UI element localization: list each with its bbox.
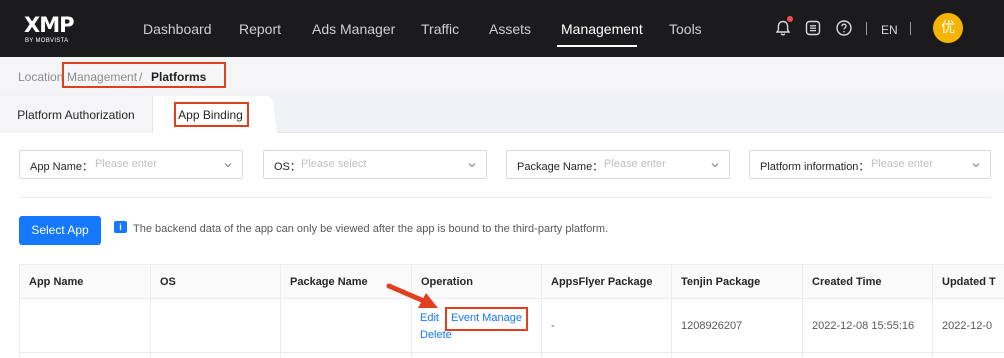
column-divider: [671, 264, 672, 358]
column-divider: [150, 264, 151, 358]
appsflyer-package-value: -: [551, 320, 555, 332]
column-created-time: Created Time: [812, 276, 882, 288]
column-divider: [802, 264, 803, 358]
nav-assets[interactable]: Assets: [489, 21, 531, 37]
tab-corner: [262, 96, 277, 133]
annotation-highlight-breadcrumb: [62, 62, 226, 88]
column-divider: [932, 264, 933, 358]
breadcrumb-location[interactable]: Location: [18, 70, 63, 84]
annotation-highlight-tab: [174, 102, 249, 127]
row-divider: [19, 352, 1004, 353]
logo-subtext: BY MOBVISTA: [25, 38, 69, 44]
nav-tools[interactable]: Tools: [669, 21, 702, 37]
edit-link[interactable]: Edit: [420, 312, 439, 324]
updated-time-value: 2022-12-0: [942, 320, 993, 332]
filter-placeholder: Please enter: [95, 158, 157, 170]
header-separator: [866, 22, 867, 35]
chevron-down-icon: [224, 163, 232, 168]
logo-text: XMP: [24, 13, 74, 37]
notification-dot: [787, 16, 793, 22]
column-updated-time: Updated T: [942, 276, 996, 288]
xmp-logo[interactable]: XMP BY MOBVISTA: [24, 11, 74, 47]
column-app-name: App Name: [29, 276, 84, 288]
nav-traffic[interactable]: Traffic: [421, 21, 459, 37]
document-list-icon[interactable]: [804, 19, 822, 37]
header-separator: [910, 22, 911, 35]
column-divider: [280, 264, 281, 358]
column-os: OS: [160, 276, 176, 288]
select-app-button[interactable]: Select App: [19, 216, 101, 245]
nav-report[interactable]: Report: [239, 21, 281, 37]
chevron-down-icon: [972, 163, 980, 168]
filter-placeholder: Please enter: [871, 158, 933, 170]
annotation-arrow-icon: [386, 283, 438, 308]
column-package-name: Package Name: [290, 276, 368, 288]
section-divider: [19, 197, 991, 198]
nav-dashboard[interactable]: Dashboard: [143, 21, 212, 37]
language-switch[interactable]: EN: [881, 23, 898, 37]
filter-label: Platform information：: [760, 161, 870, 173]
help-icon[interactable]: [835, 19, 853, 37]
filter-label: OS：: [274, 161, 301, 173]
nav-management[interactable]: Management: [561, 21, 643, 37]
column-appsflyer-package: AppsFlyer Package: [551, 276, 653, 288]
column-tenjin-package: Tenjin Package: [681, 276, 761, 288]
binding-notice: The backend data of the app can only be …: [133, 223, 609, 235]
tab-platform-authorization[interactable]: Platform Authorization: [0, 96, 153, 133]
active-nav-indicator: [557, 45, 637, 47]
info-icon: i: [114, 221, 127, 233]
chevron-down-icon: [711, 163, 719, 168]
package-name-filter[interactable]: Package Name： Please enter: [506, 150, 730, 179]
os-filter[interactable]: OS： Please select: [263, 150, 487, 179]
filter-placeholder: Please enter: [604, 158, 666, 170]
table-border: [19, 264, 20, 358]
filter-placeholder: Please select: [301, 158, 367, 170]
nav-ads-manager[interactable]: Ads Manager: [312, 21, 395, 37]
filter-label: Package Name：: [517, 161, 604, 173]
platform-information-filter[interactable]: Platform information： Please enter: [749, 150, 991, 179]
filter-label: App Name：: [30, 161, 93, 173]
user-avatar[interactable]: 优: [933, 13, 963, 43]
column-divider: [541, 264, 542, 358]
tenjin-package-value: 1208926207: [681, 320, 743, 332]
annotation-highlight-event-manage: [445, 307, 528, 331]
app-name-filter[interactable]: App Name： Please enter: [19, 150, 243, 179]
created-time-value: 2022-12-08 15:55:16: [812, 320, 915, 332]
chevron-down-icon: [468, 163, 476, 168]
